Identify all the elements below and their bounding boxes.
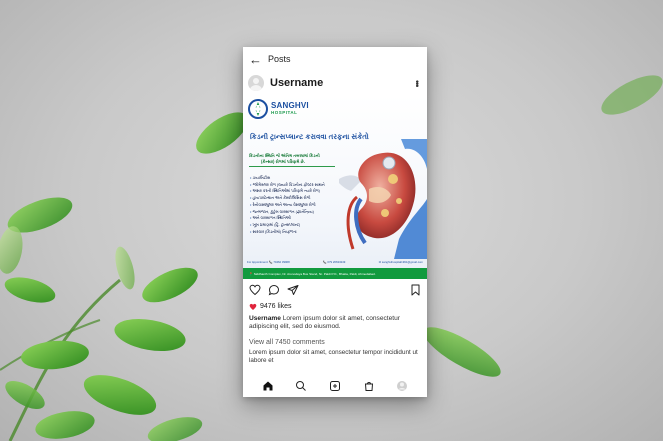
post-caption: Username Lorem ipsum dolor sit amet, con…: [243, 312, 427, 332]
shop-icon[interactable]: [363, 380, 375, 392]
subtitle-line-1: કિડનીના સ્થિતિ જે અંતિમ તબક્કામાં કિડની: [249, 153, 320, 158]
instagram-post-mockup: ← Posts Username ••• SANGHVI HOSPITAL કિ…: [243, 47, 427, 397]
divider: [249, 166, 335, 167]
profile-icon[interactable]: [396, 380, 408, 392]
add-post-icon[interactable]: [329, 380, 341, 392]
comment-preview: Lorem ipsum dolor sit amet, consectetur …: [249, 348, 418, 364]
view-all-comments-link[interactable]: View all 7450 comments: [243, 332, 427, 346]
kidney-illustration: [339, 139, 427, 259]
background-scene: ← Posts Username ••• SANGHVI HOSPITAL કિ…: [0, 0, 663, 441]
post-header: Username •••: [243, 71, 427, 95]
username[interactable]: Username: [270, 77, 406, 89]
top-bar: ← Posts: [243, 47, 427, 71]
subtitle-line-2: (કેન્સર) રોગમાં પરિણમે છે.: [261, 159, 305, 164]
address-bar: 📍 Siddhanth Complex, Nr. Arunodaya Bus S…: [243, 268, 427, 279]
logo-sub: HOSPITAL: [271, 110, 298, 116]
search-icon[interactable]: [295, 380, 307, 392]
address-text: 📍 Siddhanth Complex, Nr. Arunodaya Bus S…: [249, 271, 376, 276]
more-vertical-icon[interactable]: •••: [412, 80, 422, 86]
heart-filled-icon: [249, 303, 257, 310]
likes-count[interactable]: 9476 likes: [243, 301, 427, 312]
arrow-left-icon[interactable]: ←: [249, 53, 262, 66]
post-actions: [243, 279, 427, 301]
caption-username[interactable]: Username: [249, 315, 281, 322]
bookmark-icon[interactable]: [410, 284, 421, 296]
page-title: Posts: [268, 54, 291, 64]
post-image[interactable]: SANGHVI HOSPITAL કિડની ટ્રાન્સપ્લાન્ટ કર…: [243, 95, 427, 279]
avatar[interactable]: [248, 75, 264, 91]
bottom-nav: [243, 375, 427, 397]
likes-label: 9476 likes: [260, 303, 292, 310]
contact-strip: For Appointment: 📞 70462 39968 📞 079 266…: [247, 260, 423, 264]
send-icon[interactable]: [287, 284, 299, 296]
hospital-logo: SANGHVI HOSPITAL: [248, 99, 309, 119]
logo-mark-icon: [248, 99, 268, 119]
email-address: ✉ sanghvihospital1991@gmail.com: [378, 260, 423, 264]
home-icon[interactable]: [262, 380, 274, 392]
post-subtitle: કિડનીના સ્થિતિ જે અંતિમ તબક્કામાં કિડની …: [249, 153, 345, 167]
appointment-number: For Appointment: 📞 70462 39968: [247, 260, 290, 264]
comment-icon[interactable]: [268, 284, 280, 296]
logo-name: SANGHVI: [271, 101, 309, 111]
heart-icon[interactable]: [249, 284, 261, 296]
phone-number: 📞 079 26633249: [323, 260, 346, 264]
